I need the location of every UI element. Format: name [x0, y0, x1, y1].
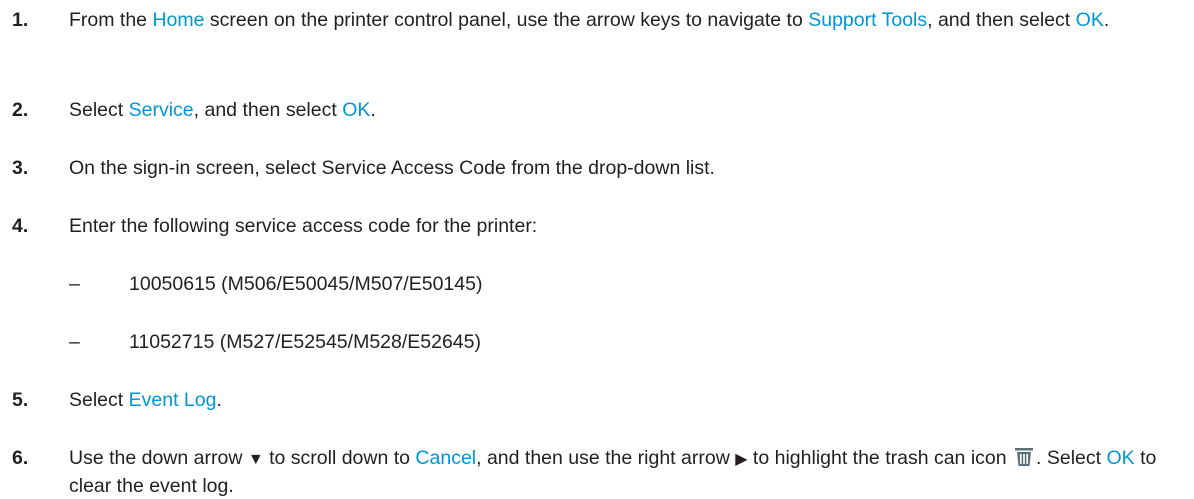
step-text: Select Event Log. [69, 389, 222, 411]
step-number: 2. [12, 99, 29, 121]
step-number: 4. [12, 215, 29, 237]
ok-link[interactable]: OK [342, 99, 370, 121]
step-number: 5. [12, 389, 29, 411]
ok-link[interactable]: OK [1076, 9, 1104, 31]
down-arrow-icon: ▼ [247, 451, 264, 468]
event-log-link[interactable]: Event Log [129, 389, 217, 411]
list-dash: – [69, 331, 80, 353]
step-text: Select Service, and then select OK. [69, 99, 376, 121]
step-text: On the sign-in screen, select Service Ac… [69, 157, 715, 179]
trash-can-icon [1015, 448, 1034, 466]
step-text: Enter the following service access code … [69, 215, 538, 237]
step-number: 3. [12, 157, 29, 179]
step-number: 6. [12, 447, 29, 469]
right-arrow-icon: ▶ [735, 451, 748, 468]
step-number: 1. [12, 9, 29, 31]
instruction-steps: 1. From the Home screen on the printer c… [0, 0, 1194, 497]
access-code-text: 10050615 (M506/E50045/M507/E50145) [129, 273, 483, 295]
step-text: Use the down arrow ▼ to scroll down to C… [69, 447, 1157, 497]
home-link[interactable]: Home [152, 9, 204, 31]
ok-link[interactable]: OK [1106, 447, 1134, 469]
access-code-text: 11052715 (M527/E52545/M528/E52645) [129, 331, 481, 353]
support-tools-link[interactable]: Support Tools [808, 9, 927, 31]
list-dash: – [69, 273, 80, 295]
cancel-link[interactable]: Cancel [415, 447, 476, 469]
service-link[interactable]: Service [129, 99, 194, 121]
step-text: From the Home screen on the printer cont… [69, 9, 1110, 31]
